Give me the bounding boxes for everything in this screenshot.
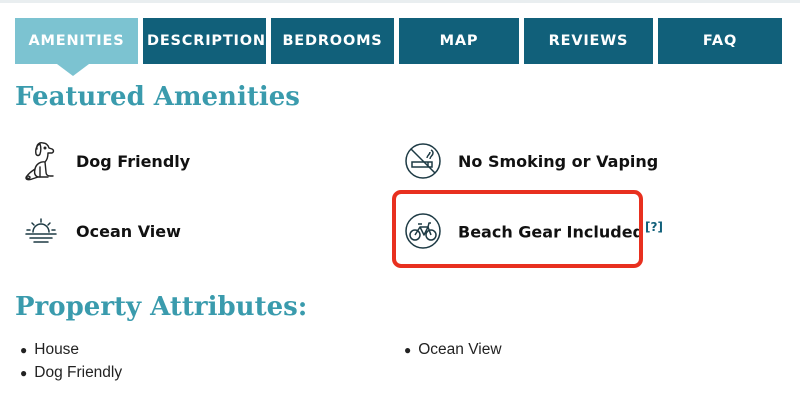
tab-map-label: MAP: [439, 33, 479, 49]
featured-amenities-heading: Featured Amenities: [15, 82, 300, 112]
tab-map[interactable]: MAP: [399, 18, 519, 64]
tab-faq-label: FAQ: [702, 33, 738, 49]
amenity-dog-friendly: Dog Friendly: [20, 138, 190, 184]
top-divider: [0, 0, 800, 3]
bullet: ●: [20, 366, 28, 380]
bullet: ●: [404, 343, 412, 357]
sunset-icon: [20, 210, 62, 252]
list-item-text: Dog Friendly: [34, 364, 123, 381]
tab-amenities-label: AMENITIES: [28, 33, 125, 49]
dog-icon: [20, 140, 62, 182]
amenity-label: Dog Friendly: [76, 151, 191, 171]
tab-bedrooms-label: BEDROOMS: [282, 33, 383, 49]
tab-bar: AMENITIES DESCRIPTION BEDROOMS MAP REVIE…: [15, 18, 782, 64]
amenity-label: No Smoking or Vaping: [458, 151, 659, 171]
bullet: ●: [20, 343, 28, 357]
active-tab-indicator: [57, 64, 89, 76]
property-attributes-heading: Property Attributes:: [15, 292, 308, 322]
amenity-ocean-view: Ocean View: [20, 208, 181, 254]
help-link[interactable]: [?]: [645, 220, 663, 234]
tab-description-label: DESCRIPTION: [147, 33, 266, 49]
tab-description[interactable]: DESCRIPTION: [143, 18, 266, 64]
tab-reviews-label: REVIEWS: [548, 33, 629, 49]
tab-bedrooms[interactable]: BEDROOMS: [271, 18, 394, 64]
amenity-label: Ocean View: [76, 221, 181, 241]
tab-faq[interactable]: FAQ: [658, 18, 782, 64]
list-item: ● House: [20, 341, 79, 359]
amenity-no-smoking: No Smoking or Vaping: [402, 138, 658, 184]
list-item: ● Dog Friendly: [20, 364, 122, 382]
tab-reviews[interactable]: REVIEWS: [524, 18, 653, 64]
no-smoking-icon: [402, 140, 444, 182]
list-item-text: Ocean View: [418, 341, 502, 358]
list-item: ● Ocean View: [404, 341, 502, 359]
tab-amenities[interactable]: AMENITIES: [15, 18, 138, 64]
highlight-box: [392, 190, 643, 268]
list-item-text: House: [34, 341, 80, 358]
